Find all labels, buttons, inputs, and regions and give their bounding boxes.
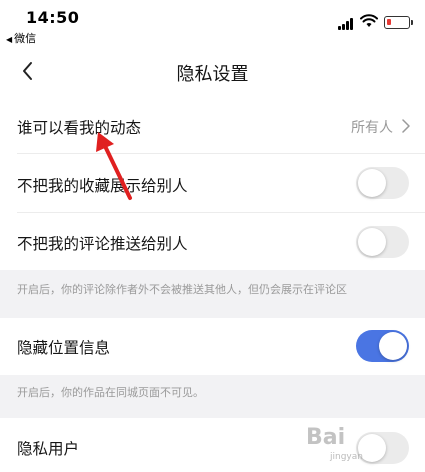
private-user-toggle[interactable] — [356, 432, 409, 464]
comments-hint-section: 开启后，你的评论除作者外不会被推送其他人，但仍会展示在评论区 — [0, 270, 425, 318]
setting-label: 不把我的评论推送给别人 — [17, 235, 188, 253]
setting-label: 隐藏位置信息 — [17, 339, 111, 357]
hide-comments-toggle[interactable] — [356, 226, 409, 258]
watermark-sub: jingyan — [330, 452, 363, 462]
setting-label: 隐私用户 — [17, 440, 80, 458]
battery-level — [387, 19, 391, 25]
location-hint-text: 开启后，你的作品在同城页面不可见。 — [17, 386, 204, 399]
nav-bar: 隐私设置 — [0, 44, 425, 98]
comments-hint-text: 开启后，你的评论除作者外不会被推送其他人，但仍会展示在评论区 — [17, 283, 347, 296]
battery-icon — [384, 16, 413, 29]
setting-row-hide-comments: 不把我的评论推送给别人 — [0, 213, 425, 270]
watermark-logo: Bai — [306, 425, 346, 450]
page-title: 隐私设置 — [176, 64, 249, 85]
setting-value: 所有人 — [351, 120, 393, 136]
setting-row-private-user: 隐私用户 — [0, 418, 425, 472]
status-time: 14:50 — [26, 8, 80, 27]
setting-row-hide-location: 隐藏位置信息 — [0, 318, 425, 375]
wifi-icon — [360, 14, 378, 27]
location-hint-section: 开启后，你的作品在同城页面不可见。 — [0, 375, 425, 418]
chevron-right-icon — [402, 119, 410, 133]
toggle-knob — [358, 169, 386, 197]
signal-icon — [338, 18, 356, 30]
hide-location-toggle[interactable] — [356, 330, 409, 362]
back-triangle-icon: ◀ — [6, 35, 13, 44]
setting-row-hide-favorites: 不把我的收藏展示给别人 — [0, 154, 425, 213]
toggle-knob — [358, 228, 386, 256]
setting-row-who-can-see[interactable]: 谁可以看我的动态 所有人 — [0, 98, 425, 154]
toggle-knob — [379, 332, 407, 360]
status-bar: 14:50 ◀ 微信 — [0, 0, 425, 45]
annotation-arrow-icon — [96, 132, 132, 200]
hide-favorites-toggle[interactable] — [356, 167, 409, 199]
